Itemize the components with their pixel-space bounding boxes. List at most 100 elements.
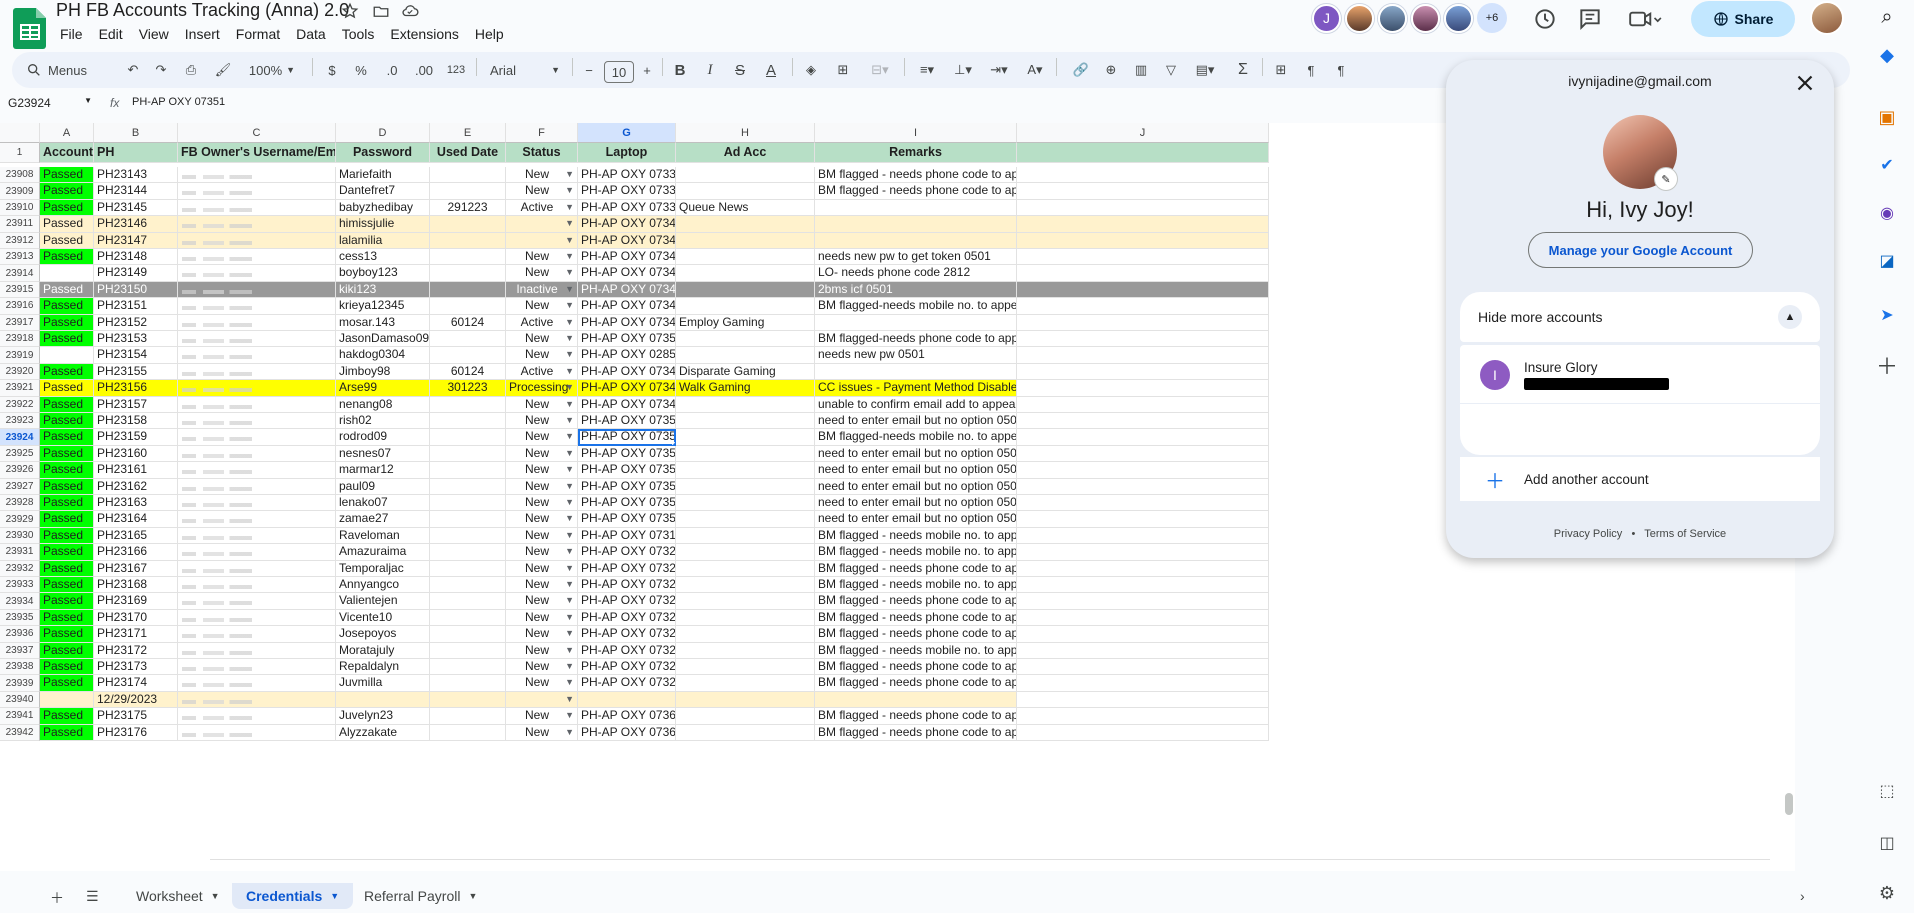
cell-h[interactable] (676, 183, 815, 200)
cell-e[interactable] (430, 495, 506, 512)
search-icon[interactable]: ⌕ (1872, 2, 1902, 32)
cell-a[interactable]: Passed (40, 626, 94, 643)
cell-i[interactable]: BM flagged - needs phone code to appeal … (815, 675, 1017, 692)
cell-a[interactable]: Passed (40, 183, 94, 200)
cell-b[interactable]: PH23149 (94, 265, 178, 282)
redacted-cell[interactable] (178, 577, 336, 594)
cell-f[interactable]: New ▼ (506, 478, 578, 495)
dropdown-chevron-icon[interactable]: ▼ (565, 167, 574, 182)
cloud-saved-icon[interactable] (401, 2, 419, 20)
redacted-cell[interactable] (178, 445, 336, 463)
cell-d[interactable]: Arse99 (336, 380, 430, 397)
filter-icon[interactable]: ▽ (1160, 58, 1182, 82)
row-number[interactable]: 23915 (0, 281, 40, 299)
cell-h[interactable]: Employ Gaming (676, 314, 815, 331)
formula-input[interactable]: PH-AP OXY 07351 (132, 96, 225, 108)
cell-j[interactable] (1017, 511, 1269, 528)
cell-d[interactable] (336, 691, 430, 709)
cell-h[interactable] (676, 724, 815, 741)
menu-format[interactable]: Format (228, 24, 288, 44)
cell-h[interactable] (676, 249, 815, 266)
cell-d[interactable]: Moratajuly (336, 642, 430, 659)
cell-d[interactable]: krieya12345 (336, 298, 430, 315)
row-number[interactable]: 23939 (0, 675, 40, 692)
font-size-increase-icon[interactable]: + (638, 58, 656, 82)
dropdown-chevron-icon[interactable]: ▼ (565, 233, 574, 248)
cell-a[interactable]: Passed (40, 593, 94, 610)
cell-d[interactable]: Valientejen (336, 593, 430, 610)
send-icon[interactable]: ➤ (1872, 300, 1902, 330)
cell-e[interactable] (430, 544, 506, 561)
tab-credentials[interactable]: Credentials ▼ (232, 883, 354, 909)
dropdown-chevron-icon[interactable]: ▼ (565, 380, 574, 395)
cell-e[interactable] (430, 265, 506, 282)
cell-g[interactable]: PH-AP OXY 07344 (578, 281, 676, 299)
cell-d[interactable]: marmar12 (336, 462, 430, 479)
column-header-g[interactable]: G (578, 123, 676, 143)
menu-data[interactable]: Data (288, 24, 334, 44)
cell-h[interactable] (676, 544, 815, 561)
dropdown-chevron-icon[interactable]: ▼ (565, 626, 574, 641)
cell-b[interactable]: PH23168 (94, 577, 178, 594)
dropdown-chevron-icon[interactable]: ▼ (565, 315, 574, 330)
row-number[interactable]: 23925 (0, 445, 40, 463)
redacted-cell[interactable] (178, 298, 336, 315)
row-number[interactable]: 23922 (0, 396, 40, 413)
cell-f[interactable]: New ▼ (506, 577, 578, 594)
dropdown-chevron-icon[interactable]: ▼ (565, 659, 574, 674)
manage-account-button[interactable]: Manage your Google Account (1528, 232, 1753, 268)
cell-j[interactable] (1017, 691, 1269, 709)
row-number[interactable]: 23916 (0, 298, 40, 315)
redacted-cell[interactable] (178, 675, 336, 692)
increase-decimal-button[interactable]: .00 (410, 58, 438, 82)
cell-i[interactable] (815, 363, 1017, 381)
redacted-cell[interactable] (178, 495, 336, 512)
vertical-scrollbar-thumb[interactable] (1785, 793, 1793, 815)
cell-j[interactable] (1017, 363, 1269, 381)
cell-a[interactable]: Passed (40, 281, 94, 299)
column-title[interactable]: Ad Acc (676, 143, 815, 163)
cell-f[interactable]: Processing ▼ (506, 380, 578, 397)
cell-d[interactable]: Juvmilla (336, 675, 430, 692)
redacted-cell[interactable] (178, 413, 336, 430)
close-icon[interactable] (1792, 70, 1818, 96)
redacted-cell[interactable] (178, 380, 336, 397)
cell-e[interactable]: 60124 (430, 363, 506, 381)
cell-f[interactable]: New ▼ (506, 544, 578, 561)
avatar[interactable] (1444, 3, 1473, 33)
cell-a[interactable]: Passed (40, 232, 94, 249)
cell-g[interactable]: PH-AP OXY 07324 (578, 609, 676, 627)
account-row[interactable]: I Insure Glory (1460, 349, 1820, 401)
redacted-cell[interactable] (178, 691, 336, 709)
column-header-a[interactable]: A (40, 123, 94, 143)
cell-a[interactable]: Passed (40, 314, 94, 331)
cell-i[interactable] (815, 199, 1017, 217)
row-number[interactable]: 1 (0, 143, 40, 163)
avatar[interactable]: J (1312, 3, 1341, 33)
cell-g[interactable]: PH-AP OXY 07354 (578, 478, 676, 495)
vertical-align-icon[interactable]: ⊥▾ (948, 58, 978, 82)
cell-a[interactable]: Passed (40, 380, 94, 397)
italic-icon[interactable]: I (700, 58, 720, 82)
cell-d[interactable]: Alyzzakate (336, 724, 430, 741)
redacted-cell[interactable] (178, 626, 336, 643)
cell-j[interactable] (1017, 593, 1269, 610)
insert-link-icon[interactable]: 🔗 (1070, 58, 1092, 82)
cell-b[interactable]: PH23163 (94, 495, 178, 512)
cell-h[interactable] (676, 396, 815, 413)
cell-i[interactable]: need to enter email but no option 0501/ … (815, 511, 1017, 528)
cell-g[interactable]: PH-AP OXY 07338 (578, 183, 676, 200)
cell-e[interactable] (430, 413, 506, 430)
row-number[interactable]: 23910 (0, 199, 40, 217)
cell-d[interactable]: Josepoyos (336, 626, 430, 643)
cell-b[interactable]: PH23166 (94, 544, 178, 561)
cell-d[interactable]: lalamilia (336, 232, 430, 249)
cell-f[interactable]: New ▼ (506, 167, 578, 184)
cell-h[interactable] (676, 462, 815, 479)
cell-h[interactable] (676, 298, 815, 315)
cell-h[interactable] (676, 495, 815, 512)
cell-e[interactable] (430, 232, 506, 249)
text-rotation-icon[interactable]: A▾ (1020, 58, 1050, 82)
cell-j[interactable] (1017, 659, 1269, 676)
search-menus[interactable]: Menus (26, 58, 130, 82)
